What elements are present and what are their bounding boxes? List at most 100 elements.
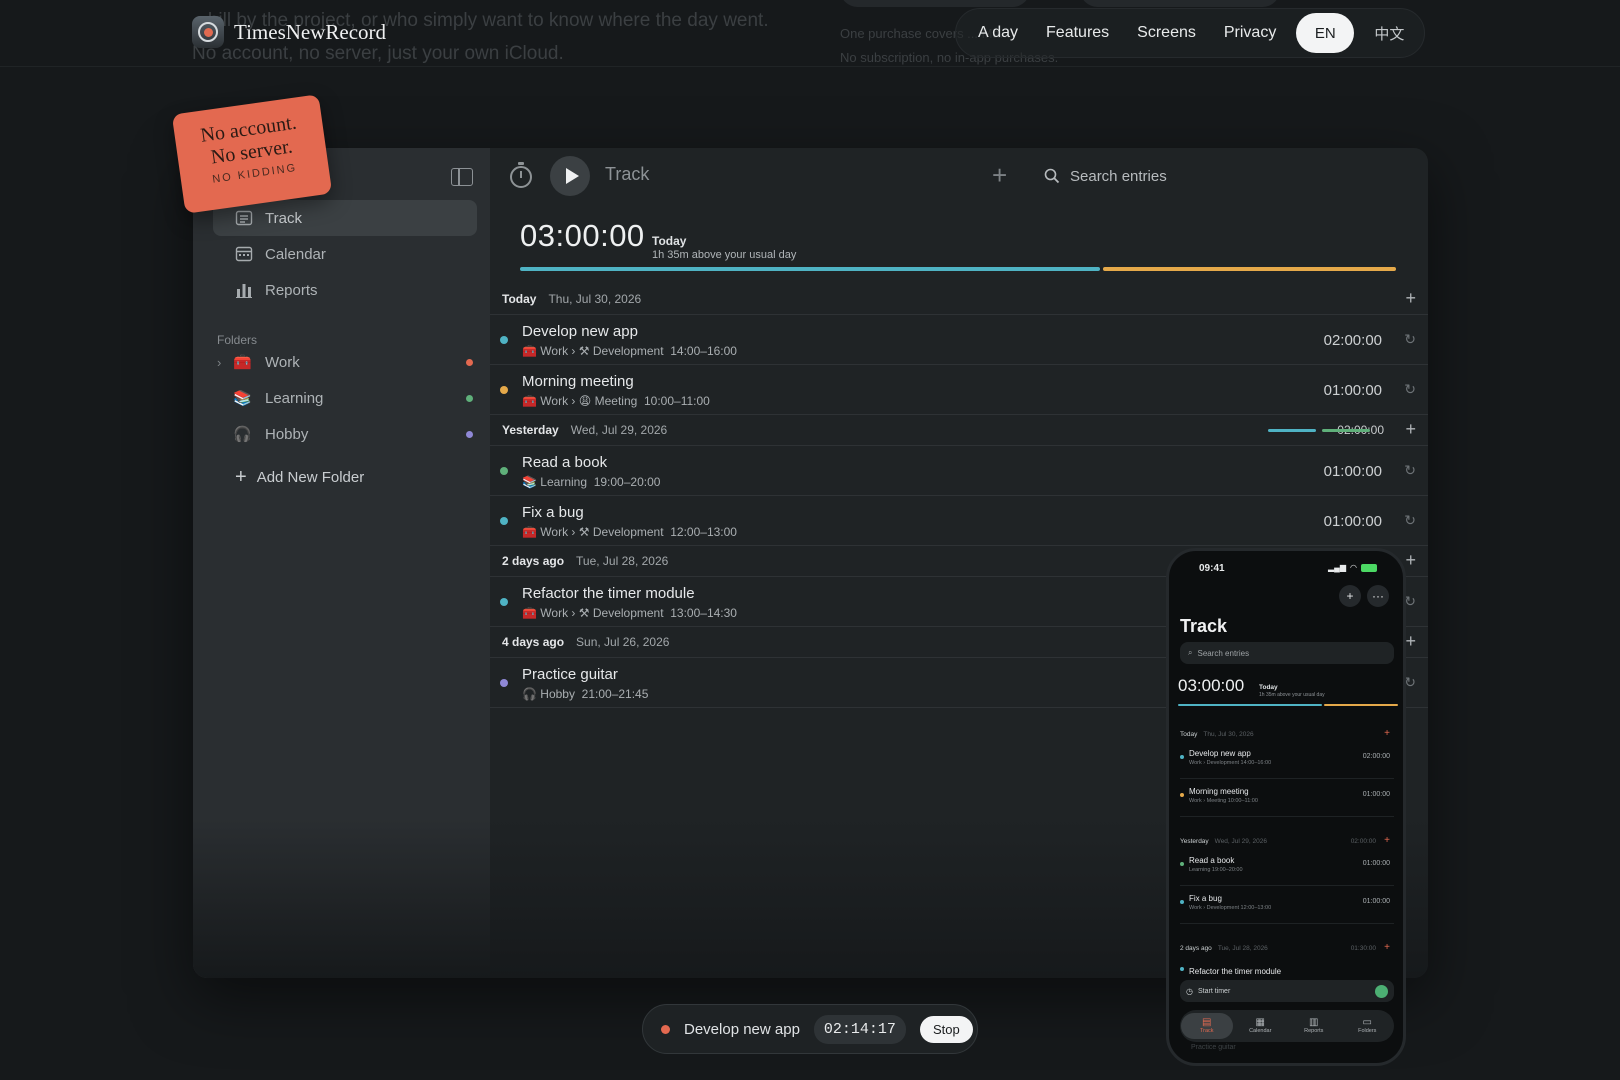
entry-meta: 🧰 Work › ⚒ Development 12:00–13:00 bbox=[522, 525, 737, 539]
entry-color-dot bbox=[500, 336, 508, 344]
phone-ghost-entry: Practice guitar bbox=[1191, 1044, 1236, 1051]
phone-more-button[interactable]: ··· bbox=[1367, 585, 1389, 607]
language-en-button[interactable]: EN bbox=[1296, 13, 1355, 53]
phone-tab-folders[interactable]: ▭ Folders bbox=[1341, 1013, 1393, 1039]
phone-play-button[interactable] bbox=[1375, 985, 1388, 998]
restart-icon[interactable]: ↻ bbox=[1404, 512, 1416, 529]
section-label: Yesterday bbox=[502, 423, 559, 437]
restart-icon[interactable]: ↻ bbox=[1404, 593, 1416, 610]
restart-icon[interactable]: ↻ bbox=[1404, 674, 1416, 691]
headphones-icon: 🎧 bbox=[233, 426, 252, 443]
phone-daily-total: 03:00:00 bbox=[1178, 676, 1245, 695]
folder-item-learning[interactable]: 📚 Learning bbox=[217, 381, 473, 415]
entry-row[interactable]: Fix a bug 🧰 Work › ⚒ Development 12:00–13… bbox=[490, 496, 1428, 546]
phone-add-button[interactable]: + bbox=[1339, 585, 1361, 607]
nav-link-privacy[interactable]: Privacy bbox=[1210, 24, 1290, 42]
plus-icon[interactable]: + bbox=[1384, 728, 1390, 739]
language-zh-button[interactable]: 中文 bbox=[1360, 13, 1418, 53]
search-input[interactable]: Search entries bbox=[1030, 156, 1428, 196]
tag-icon: ⚒ bbox=[578, 606, 590, 620]
restart-icon[interactable]: ↻ bbox=[1404, 331, 1416, 348]
entry-color-dot bbox=[500, 598, 508, 606]
books-icon: 📚 bbox=[233, 390, 252, 407]
recording-dot bbox=[661, 1024, 670, 1034]
search-icon: ⌕ bbox=[1188, 648, 1193, 657]
entry-row[interactable]: Morning meeting 🧰 Work › 😩 Meeting 10:00–… bbox=[490, 365, 1428, 415]
plus-icon[interactable]: + bbox=[1384, 942, 1390, 953]
brand[interactable]: TimesNewRecord bbox=[192, 16, 386, 48]
folder-icon: 🧰 bbox=[522, 606, 537, 620]
wifi-icon: ◠ bbox=[1350, 563, 1357, 572]
folder-icon: ▭ bbox=[1362, 1017, 1372, 1028]
phone-entry-row[interactable]: Develop new app Work › Development 14:00–… bbox=[1180, 741, 1394, 779]
section-date: Thu, Jul 30, 2026 bbox=[548, 292, 642, 306]
phone-title: Track bbox=[1180, 616, 1228, 636]
add-new-folder-button[interactable]: + Add New Folder bbox=[235, 466, 364, 489]
stopwatch-icon[interactable] bbox=[510, 162, 532, 188]
toolbar: Track + Search entries bbox=[490, 148, 1428, 204]
phone-start-timer-input[interactable]: ◷ Start timer bbox=[1180, 980, 1394, 1002]
section-label: 4 days ago bbox=[502, 635, 565, 649]
phone-clock: 09:41 bbox=[1199, 563, 1225, 574]
folder-icon: 🧰 bbox=[522, 394, 537, 408]
phone-entry-row[interactable]: Morning meeting Work › Meeting 10:00–11:0… bbox=[1180, 779, 1394, 817]
phone-progress-above bbox=[1324, 704, 1398, 706]
chevron-right-icon[interactable]: › bbox=[217, 355, 233, 370]
phone-tab-calendar[interactable]: ▦ Calendar bbox=[1234, 1013, 1286, 1039]
section-header: Today Thu, Jul 30, 2026 + bbox=[490, 284, 1428, 315]
add-entry-plus-icon[interactable]: + bbox=[1405, 631, 1416, 652]
start-timer-button[interactable] bbox=[550, 156, 590, 196]
plus-icon[interactable]: + bbox=[1384, 835, 1390, 846]
nav-link-screens[interactable]: Screens bbox=[1123, 24, 1210, 42]
folder-label: Work bbox=[265, 353, 300, 371]
folder-icon: 🧰 bbox=[522, 344, 537, 358]
phone-section-yesterday: Yesterday Wed, Jul 29, 2026 02:00:00 + bbox=[1180, 835, 1390, 846]
entry-duration: 01:00:00 bbox=[1323, 382, 1382, 399]
add-entry-plus-icon[interactable]: + bbox=[1405, 288, 1416, 309]
phone-tab-track[interactable]: ▤ Track bbox=[1180, 1013, 1233, 1039]
phone-entry-row[interactable]: Refactor the timer module bbox=[1180, 955, 1394, 979]
add-entry-plus-icon[interactable]: + bbox=[1405, 550, 1416, 571]
phone-today-label: Today bbox=[1259, 684, 1278, 691]
nav-link-features[interactable]: Features bbox=[1032, 24, 1123, 42]
folder-item-hobby[interactable]: 🎧 Hobby bbox=[217, 417, 473, 451]
folder-icon: 📚 bbox=[522, 475, 537, 489]
phone-entry-row[interactable]: Read a book Learning 19:00–20:00 01:00:00 bbox=[1180, 848, 1394, 886]
bar-chart-icon: ▥ bbox=[1309, 1017, 1319, 1028]
entry-color-dot bbox=[500, 517, 508, 525]
folder-item-work[interactable]: › 🧰 Work bbox=[217, 345, 473, 379]
signal-icon: ▂▄▆ bbox=[1328, 563, 1347, 572]
entry-title: Develop new app bbox=[522, 323, 638, 340]
restart-icon[interactable]: ↻ bbox=[1404, 462, 1416, 479]
sidebar-item-label: Reports bbox=[265, 281, 318, 299]
folder-color-dot bbox=[466, 394, 473, 402]
app-logo-icon bbox=[192, 16, 224, 48]
phone-tab-reports[interactable]: ▥ Reports bbox=[1288, 1013, 1340, 1039]
track-title-input[interactable]: Track bbox=[605, 164, 649, 185]
add-entry-button[interactable]: + bbox=[992, 160, 1007, 191]
list-icon: ▤ bbox=[1202, 1017, 1212, 1028]
stop-button[interactable]: Stop bbox=[919, 1015, 973, 1043]
sidebar-item-calendar[interactable]: Calendar bbox=[213, 236, 477, 272]
restart-icon[interactable]: ↻ bbox=[1404, 381, 1416, 398]
entry-row[interactable]: Read a book 📚 Learning 19:00–20:00 01:00:0… bbox=[490, 446, 1428, 496]
nav-link-a-day[interactable]: A day bbox=[964, 24, 1032, 42]
entry-title: Refactor the timer module bbox=[522, 585, 695, 602]
section-header: YesterdayWed, Jul 29, 202602:00:00+ bbox=[490, 415, 1428, 446]
entry-duration: 01:00:00 bbox=[1323, 463, 1382, 480]
add-entry-plus-icon[interactable]: + bbox=[1405, 419, 1416, 440]
phone-search-input[interactable]: ⌕ Search entries bbox=[1180, 642, 1394, 664]
section-label: 2 days ago bbox=[502, 554, 565, 568]
sidebar-item-reports[interactable]: Reports bbox=[213, 272, 477, 308]
phone-entry-row[interactable]: Fix a bug Work › Development 12:00–13:00 0… bbox=[1180, 886, 1394, 924]
phone-progress-usual bbox=[1178, 704, 1322, 706]
entry-row[interactable]: Develop new app 🧰 Work › ⚒ Development 14… bbox=[490, 315, 1428, 365]
entry-color-dot bbox=[500, 467, 508, 475]
today-label: Today bbox=[652, 234, 687, 248]
tag-icon: ⚒ bbox=[578, 525, 590, 539]
phone-mockup: 09:41 ▂▄▆ ◠ + ··· Track ⌕ Search entries… bbox=[1166, 548, 1406, 1066]
entry-meta: 🧰 Work › ⚒ Development 14:00–16:00 bbox=[522, 344, 737, 358]
entry-title: Read a book bbox=[522, 454, 608, 471]
sidebar-item-track[interactable]: Track bbox=[213, 200, 477, 236]
sidebar-toggle-icon[interactable] bbox=[451, 168, 473, 186]
